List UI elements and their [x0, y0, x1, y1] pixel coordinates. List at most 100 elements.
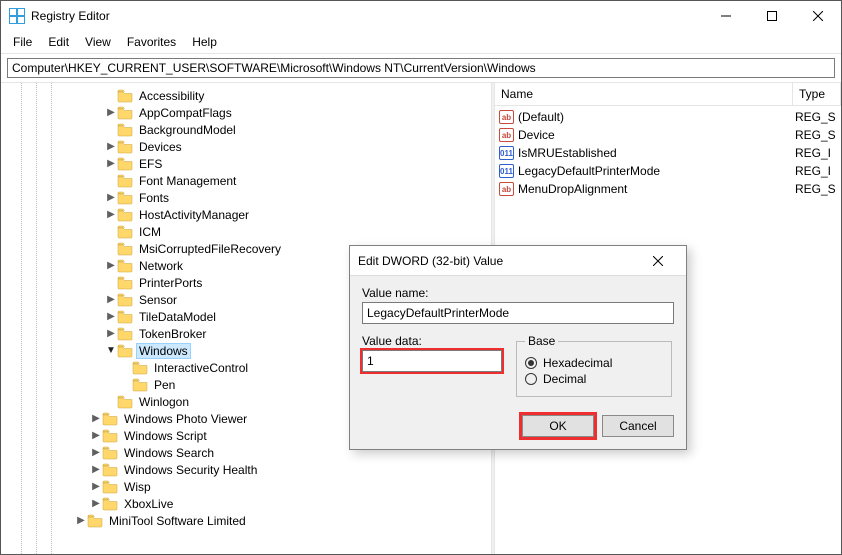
radio-decimal[interactable]: Decimal: [525, 372, 663, 386]
tree-node-label: InteractiveControl: [152, 361, 250, 375]
folder-icon: [117, 276, 133, 290]
tree-node[interactable]: Accessibility: [1, 87, 491, 104]
value-type: REG_I: [795, 146, 841, 160]
tree-node[interactable]: ▶HostActivityManager: [1, 206, 491, 223]
close-icon: [653, 256, 663, 266]
regedit-icon: [9, 8, 25, 24]
minimize-icon: [721, 11, 731, 21]
cancel-button[interactable]: Cancel: [602, 415, 674, 437]
chevron-right-icon[interactable]: ▶: [90, 465, 102, 475]
tree-node[interactable]: ▶ XboxLive: [1, 495, 491, 512]
menu-favorites[interactable]: Favorites: [121, 33, 182, 51]
tree-node-label: Windows Script: [122, 429, 209, 443]
tree-node-label: Fonts: [137, 191, 171, 205]
dialog-close-button[interactable]: [638, 246, 678, 275]
tree-node[interactable]: ▶EFS: [1, 155, 491, 172]
folder-icon: [117, 259, 133, 273]
chevron-right-icon[interactable]: ▶: [105, 295, 117, 305]
column-name[interactable]: Name: [495, 83, 793, 105]
reg-string-icon: ab: [499, 128, 514, 142]
base-legend: Base: [525, 334, 558, 348]
value-type: REG_S: [795, 128, 841, 142]
tree-node-label: MsiCorruptedFileRecovery: [137, 242, 283, 256]
reg-string-icon: ab: [499, 182, 514, 196]
address-input[interactable]: Computer\HKEY_CURRENT_USER\SOFTWARE\Micr…: [7, 58, 835, 78]
chevron-right-icon[interactable]: ▶: [105, 312, 117, 322]
value-row[interactable]: 011LegacyDefaultPrinterModeREG_I: [495, 162, 841, 180]
value-row[interactable]: ab(Default)REG_S: [495, 108, 841, 126]
ok-button[interactable]: OK: [522, 415, 594, 437]
tree-node-label: Accessibility: [137, 89, 206, 103]
tree-node[interactable]: ▶ Windows Security Health: [1, 461, 491, 478]
folder-icon: [117, 395, 133, 409]
tree-node[interactable]: Font Management: [1, 172, 491, 189]
addressbar: Computer\HKEY_CURRENT_USER\SOFTWARE\Micr…: [1, 54, 841, 82]
value-name: MenuDropAlignment: [518, 182, 791, 196]
column-type[interactable]: Type: [793, 83, 841, 105]
tree-node[interactable]: ▶ Fonts: [1, 189, 491, 206]
chevron-right-icon[interactable]: ▶: [105, 159, 117, 169]
value-name: Device: [518, 128, 791, 142]
tree-node-label: Winlogon: [137, 395, 191, 409]
menu-file[interactable]: File: [7, 33, 38, 51]
folder-icon: [117, 123, 133, 137]
folder-icon: [102, 429, 118, 443]
radio-icon: [525, 357, 537, 369]
dialog-buttons: OK Cancel: [350, 407, 686, 449]
menu-view[interactable]: View: [79, 33, 117, 51]
value-name-input[interactable]: [362, 302, 674, 324]
folder-icon: [117, 157, 133, 171]
folder-icon: [117, 293, 133, 307]
tree-node-label: MiniTool Software Limited: [107, 514, 248, 528]
tree-node[interactable]: ▶Wisp: [1, 478, 491, 495]
value-row[interactable]: ab Device REG_S: [495, 126, 841, 144]
folder-icon: [117, 310, 133, 324]
folder-icon: [117, 225, 133, 239]
radio-icon: [525, 373, 537, 385]
value-data-label: Value data:: [362, 334, 502, 348]
chevron-right-icon[interactable]: ▶: [75, 516, 87, 526]
tree-node[interactable]: ▶Devices: [1, 138, 491, 155]
dialog-title: Edit DWORD (32-bit) Value: [358, 254, 638, 268]
tree-node-label: Windows Security Health: [122, 463, 259, 477]
value-data-input[interactable]: [362, 350, 502, 372]
radio-hexadecimal[interactable]: Hexadecimal: [525, 356, 663, 370]
tree-node-label: AppCompatFlags: [137, 106, 234, 120]
chevron-right-icon[interactable]: ▶: [105, 108, 117, 118]
tree-node[interactable]: ICM: [1, 223, 491, 240]
value-name: LegacyDefaultPrinterMode: [518, 164, 791, 178]
chevron-right-icon[interactable]: ▶: [105, 329, 117, 339]
value-type: REG_S: [795, 182, 841, 196]
value-row[interactable]: 011IsMRUEstablishedREG_I: [495, 144, 841, 162]
chevron-right-icon[interactable]: ▶: [90, 482, 102, 492]
reg-binary-icon: 011: [499, 146, 514, 160]
tree-node-label: XboxLive: [122, 497, 175, 511]
menu-help[interactable]: Help: [186, 33, 223, 51]
chevron-right-icon[interactable]: ▶: [90, 431, 102, 441]
chevron-right-icon[interactable]: ▶: [105, 210, 117, 220]
close-button[interactable]: [795, 1, 841, 31]
tree-node[interactable]: ▶ MiniTool Software Limited: [1, 512, 491, 529]
minimize-button[interactable]: [703, 1, 749, 31]
chevron-down-icon[interactable]: ▼: [105, 346, 117, 356]
folder-icon: [102, 412, 118, 426]
registry-editor-window: Registry Editor FileEditViewFavoritesHel…: [0, 0, 842, 555]
folder-icon: [117, 344, 133, 358]
chevron-right-icon[interactable]: ▶: [90, 414, 102, 424]
chevron-right-icon[interactable]: ▶: [105, 193, 117, 203]
tree-node[interactable]: BackgroundModel: [1, 121, 491, 138]
tree-node-label: Sensor: [137, 293, 179, 307]
chevron-right-icon[interactable]: ▶: [90, 448, 102, 458]
chevron-right-icon[interactable]: ▶: [105, 142, 117, 152]
window-title: Registry Editor: [31, 9, 703, 23]
values-rows: ab(Default)REG_Sab Device REG_S 011IsMRUEst…: [495, 106, 841, 198]
maximize-button[interactable]: [749, 1, 795, 31]
value-name-label: Value name:: [362, 286, 674, 300]
chevron-right-icon[interactable]: ▶: [90, 499, 102, 509]
menu-edit[interactable]: Edit: [42, 33, 75, 51]
dialog-body: Value name: Value data: Base Hexadecimal: [350, 276, 686, 407]
tree-node[interactable]: ▶ AppCompatFlags: [1, 104, 491, 121]
value-row[interactable]: ab MenuDropAlignment REG_S: [495, 180, 841, 198]
chevron-right-icon[interactable]: ▶: [105, 261, 117, 271]
tree-node-label: Windows Photo Viewer: [122, 412, 249, 426]
